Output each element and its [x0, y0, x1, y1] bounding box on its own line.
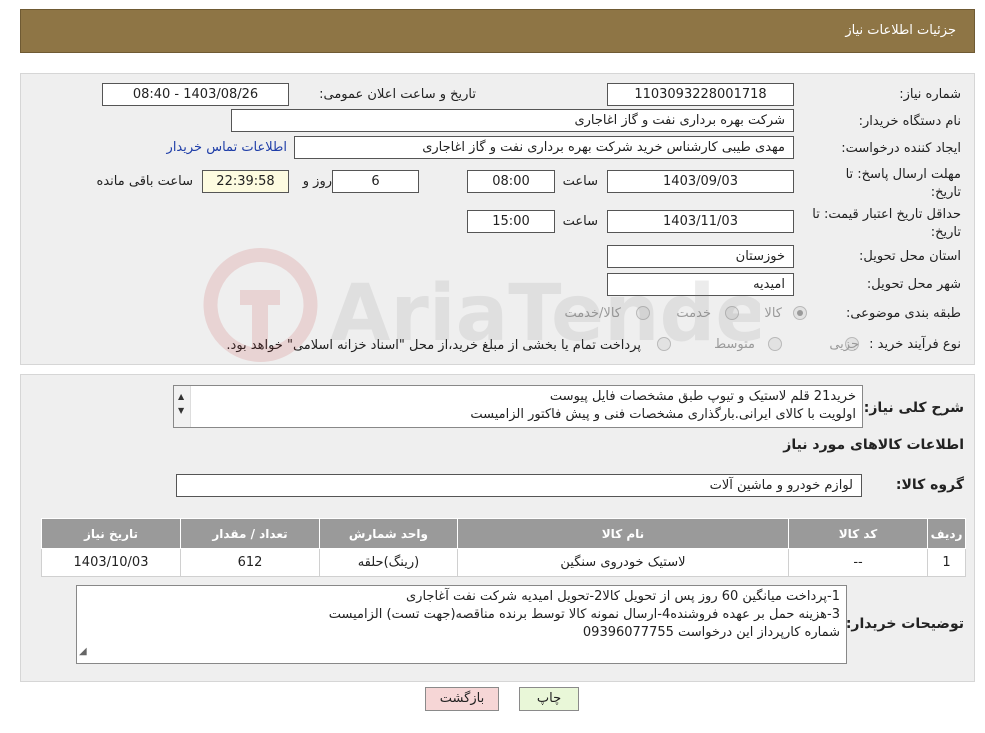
col-name: نام کالا	[456, 518, 790, 549]
days-label: روز و	[302, 174, 332, 189]
creator-field: مهدی طیبی کارشناس خرید شرکت بهره برداری …	[294, 136, 794, 159]
deadline-time-field: 08:00	[467, 170, 555, 193]
validity-label-date: تاریخ:	[930, 225, 961, 240]
items-table: ردیف کد کالا نام کالا واحد شمارش تعداد /…	[40, 518, 966, 577]
col-qty: تعداد / مقدار	[180, 518, 320, 549]
resize-grip-icon[interactable]: ◢	[79, 643, 87, 661]
deadline-time-label: ساعت	[562, 174, 598, 189]
days-field: 6	[332, 170, 419, 193]
category-option-goods: کالا	[764, 306, 782, 321]
cell-code: --	[788, 548, 928, 577]
treasury-checkbox[interactable]	[657, 337, 671, 351]
col-date: تاریخ نیاز	[40, 518, 182, 549]
category-radio-service[interactable]	[725, 306, 739, 320]
deadline-label: مهلت ارسال پاسخ: تا	[845, 167, 961, 182]
buyer-notes-label: توضیحات خریدار:	[845, 616, 964, 632]
city-label: شهر محل تحویل:	[866, 277, 961, 292]
province-label: استان محل تحویل:	[859, 249, 961, 264]
summary-line-1: خرید21 قلم لاستیک و تیوپ طبق مشخصات فایل…	[549, 389, 856, 404]
validity-label: حداقل تاریخ اعتبار قیمت: تا	[812, 207, 961, 222]
remaining-label: ساعت باقی مانده	[96, 174, 193, 189]
need-number-label: شماره نیاز:	[899, 87, 961, 102]
process-note: پرداخت تمام یا بخشی از مبلغ خرید،از محل …	[226, 338, 641, 353]
table-row: 1 -- لاستیک خودروی سنگین (رینگ)حلقه 612 …	[40, 548, 966, 577]
page-header: جزئیات اطلاعات نیاز	[20, 9, 975, 53]
validity-time-field: 15:00	[467, 210, 555, 233]
buyer-notes-textarea[interactable]: 1-پرداخت میانگین 60 روز پس از تحویل کالا…	[76, 585, 847, 664]
cell-date: 1403/10/03	[40, 548, 182, 577]
items-heading: اطلاعات کالاهای مورد نیاز	[783, 437, 964, 453]
cell-unit: (رینگ)حلقه	[318, 548, 458, 577]
city-field: امیدیه	[607, 273, 794, 296]
group-label: گروه کالا:	[895, 477, 964, 493]
announce-label: تاریخ و ساعت اعلان عمومی:	[319, 87, 476, 102]
group-field: لوازم خودرو و ماشین آلات	[176, 474, 862, 497]
summary-label: شرح کلی نیاز:	[863, 400, 964, 416]
summary-textarea[interactable]: ▲ ▼ خرید21 قلم لاستیک و تیوپ طبق مشخصات …	[173, 385, 863, 428]
buyer-notes-line-1: 1-پرداخت میانگین 60 روز پس از تحویل کالا…	[406, 589, 840, 604]
buyer-contact-link[interactable]: اطلاعات تماس خریدار	[167, 140, 287, 155]
validity-date-field: 1403/11/03	[607, 210, 794, 233]
need-info-panel: شماره نیاز: 1103093228001718 تاریخ و ساع…	[20, 73, 975, 365]
details-panel: شرح کلی نیاز: ▲ ▼ خرید21 قلم لاستیک و تی…	[20, 374, 975, 682]
deadline-date-field: 1403/09/03	[607, 170, 794, 193]
back-button[interactable]: بازگشت	[425, 687, 499, 711]
summary-scrollbar[interactable]: ▲ ▼	[174, 386, 191, 427]
print-button[interactable]: چاپ	[519, 687, 579, 711]
remaining-time-field: 22:39:58	[202, 170, 289, 193]
buyer-org-field: شرکت بهره برداری نفت و گاز اغاجاری	[231, 109, 794, 132]
page-title: جزئیات اطلاعات نیاز	[845, 23, 956, 38]
scroll-down-icon[interactable]: ▼	[178, 402, 184, 420]
buyer-org-label: نام دستگاه خریدار:	[858, 114, 961, 129]
summary-line-2: اولویت با کالای ایرانی.بارگذاری مشخصات ف…	[470, 407, 856, 422]
process-radio-medium[interactable]	[768, 337, 782, 351]
category-radio-goods[interactable]	[793, 306, 807, 320]
process-label: نوع فرآیند خرید :	[869, 337, 961, 352]
buyer-notes-line-2: 3-هزینه حمل بر عهده فروشنده4-ارسال نمونه…	[328, 607, 840, 622]
province-field: خوزستان	[607, 245, 794, 268]
deadline-label-date: تاریخ:	[930, 185, 961, 200]
process-option-minor: جزیی	[829, 337, 859, 352]
validity-time-label: ساعت	[562, 214, 598, 229]
cell-name: لاستیک خودروی سنگین	[456, 548, 790, 577]
announce-field: 1403/08/26 - 08:40	[102, 83, 289, 106]
process-option-medium: متوسط	[714, 337, 755, 352]
category-option-service: خدمت	[676, 306, 711, 321]
col-unit: واحد شمارش	[318, 518, 458, 549]
cell-row: 1	[927, 548, 966, 577]
col-row: ردیف	[927, 518, 966, 549]
category-label: طبقه بندی موضوعی:	[845, 306, 961, 321]
table-header-row: ردیف کد کالا نام کالا واحد شمارش تعداد /…	[40, 518, 966, 549]
creator-label: ایجاد کننده درخواست:	[841, 141, 961, 156]
col-code: کد کالا	[788, 518, 928, 549]
category-option-both: کالا/خدمت	[564, 306, 621, 321]
need-number-field: 1103093228001718	[607, 83, 794, 106]
category-radio-both[interactable]	[636, 306, 650, 320]
cell-qty: 612	[180, 548, 320, 577]
buyer-notes-line-3: شماره کارپرداز این درخواست 09396077755	[582, 625, 840, 640]
